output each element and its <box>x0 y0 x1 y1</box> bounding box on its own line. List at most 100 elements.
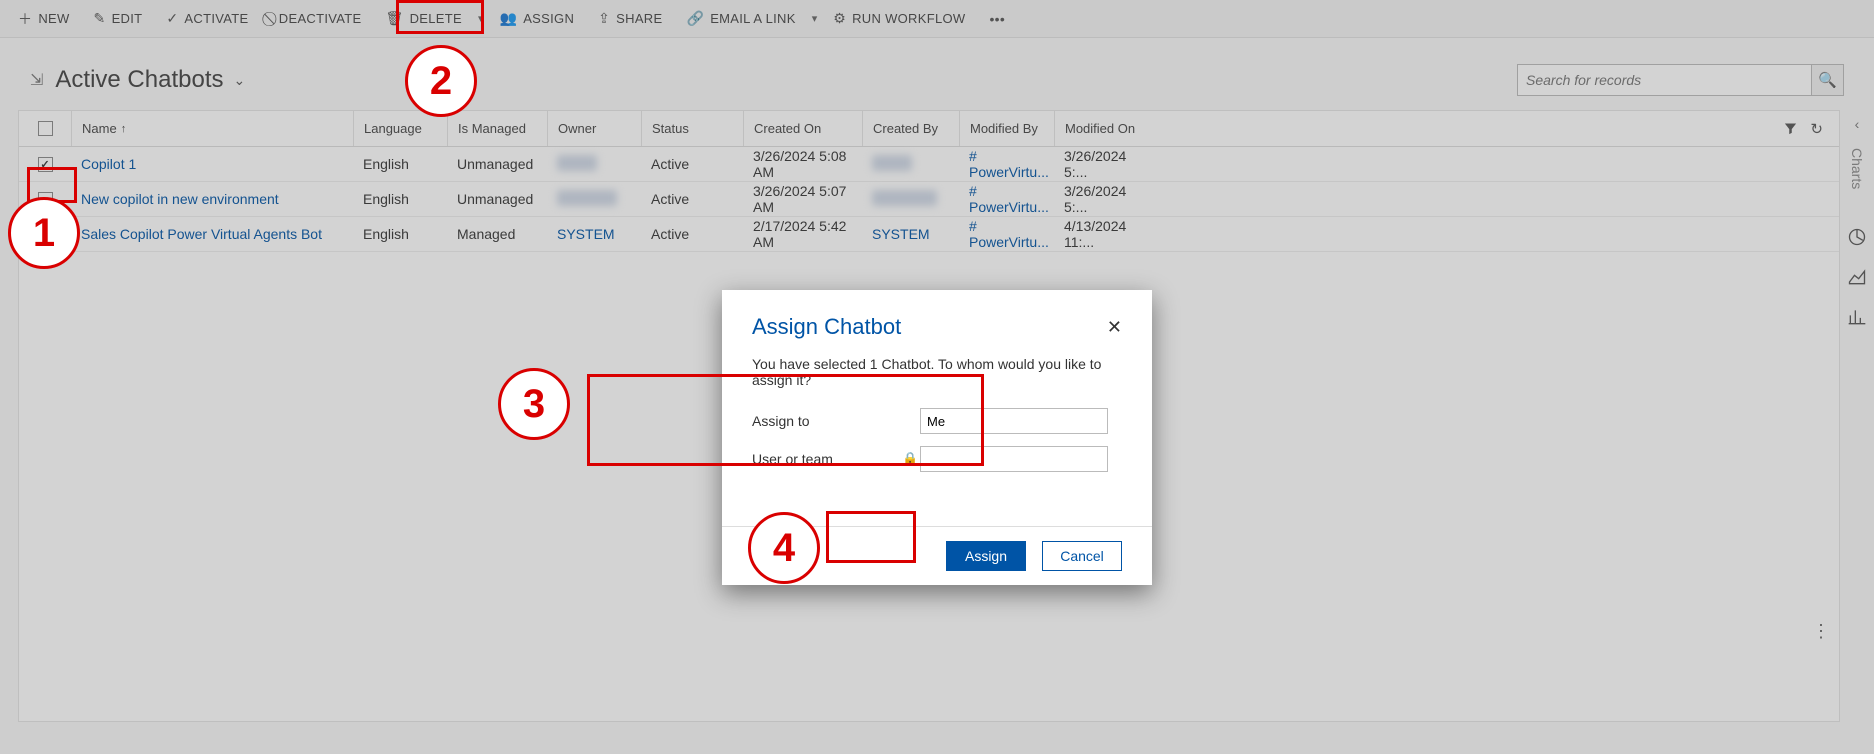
row-checkbox[interactable] <box>19 192 71 207</box>
checkbox-icon <box>38 227 53 242</box>
header-status-text: Status <box>652 121 689 136</box>
row-created-by[interactable] <box>862 155 959 174</box>
search-input[interactable] <box>1517 64 1812 96</box>
assign-button[interactable]: 👥ASSIGN <box>487 0 586 38</box>
link-icon: 🔗 <box>686 10 704 27</box>
deactivate-label: DEACTIVATE <box>279 11 362 26</box>
lock-icon: 🔒 <box>902 451 920 467</box>
header-status[interactable]: Status <box>641 111 743 146</box>
row-checkbox[interactable] <box>19 227 71 242</box>
row-language: English <box>353 226 447 242</box>
run-workflow-button[interactable]: ⚙ RUN WORKFLOW <box>821 0 977 38</box>
header-name[interactable]: Name ↑ <box>71 111 353 146</box>
row-language: English <box>353 156 447 172</box>
pencil-icon: ✎ <box>94 10 106 27</box>
assign-label: ASSIGN <box>523 11 574 26</box>
activate-button[interactable]: ✓ACTIVATE <box>154 0 260 38</box>
row-owner[interactable] <box>547 155 641 174</box>
header-created-by[interactable]: Created By <box>862 111 959 146</box>
deactivate-button[interactable]: ⃠DEACTIVATE <box>260 0 373 38</box>
chevron-down-icon: ⌄ <box>234 72 246 89</box>
select-all-header[interactable] <box>19 111 71 146</box>
ellipsis-icon: ••• <box>989 11 1005 27</box>
email-link-label: EMAIL A LINK <box>710 11 796 26</box>
more-vertical-icon[interactable]: ⋮ <box>1812 621 1830 642</box>
cancel-button[interactable]: Cancel <box>1042 541 1122 571</box>
checkbox-icon <box>38 121 53 136</box>
header-name-text: Name <box>82 121 117 136</box>
pie-chart-icon[interactable] <box>1847 227 1867 247</box>
email-link-dropdown[interactable]: ▾ <box>808 12 822 25</box>
row-owner[interactable]: SYSTEM <box>547 226 641 242</box>
run-workflow-label: RUN WORKFLOW <box>852 11 965 26</box>
header-modby-text: Modified By <box>970 121 1038 136</box>
assign-confirm-button[interactable]: Assign <box>946 541 1026 571</box>
header-language-text: Language <box>364 121 422 136</box>
new-label: NEW <box>38 11 69 26</box>
user-team-input[interactable] <box>920 446 1108 472</box>
refresh-icon[interactable]: ↻ <box>1810 120 1823 138</box>
checkbox-icon <box>38 192 53 207</box>
new-button[interactable]: ＋NEW <box>6 0 82 38</box>
header-owner-text: Owner <box>558 121 596 136</box>
share-button[interactable]: ⇪ SHARE <box>586 0 674 38</box>
assign-to-input[interactable] <box>920 408 1108 434</box>
delete-dropdown[interactable]: ▾ <box>474 12 488 25</box>
dialog-message: You have selected 1 Chatbot. To whom wou… <box>752 356 1122 388</box>
row-modified-on: 3/26/2024 5:... <box>1054 183 1149 215</box>
row-modified-by[interactable]: # PowerVirtu... <box>959 218 1054 250</box>
row-created-by[interactable] <box>862 190 959 209</box>
checkbox-icon <box>38 157 53 172</box>
row-created-by[interactable]: SYSTEM <box>862 226 959 242</box>
row-language: English <box>353 191 447 207</box>
header-createdon-text: Created On <box>754 121 821 136</box>
header-owner[interactable]: Owner <box>547 111 641 146</box>
table-row[interactable]: Copilot 1 English Unmanaged Active 3/26/… <box>19 147 1839 182</box>
filter-icon[interactable] <box>1783 121 1798 136</box>
trash-icon: 🗑 <box>385 10 403 27</box>
row-created-on: 3/26/2024 5:08 AM <box>743 148 862 180</box>
sort-asc-icon: ↑ <box>121 123 127 135</box>
dialog-close-button[interactable]: ✕ <box>1107 317 1122 338</box>
share-label: SHARE <box>616 11 662 26</box>
row-checkbox[interactable] <box>19 157 71 172</box>
header-created-on[interactable]: Created On <box>743 111 862 146</box>
header-modified-on[interactable]: Modified On <box>1054 111 1149 146</box>
header-is-managed[interactable]: Is Managed <box>447 111 547 146</box>
row-modified-by[interactable]: # PowerVirtu... <box>959 148 1054 180</box>
row-name[interactable]: Sales Copilot Power Virtual Agents Bot <box>71 226 353 242</box>
command-bar: ＋NEW ✎EDIT ✓ACTIVATE ⃠DEACTIVATE 🗑 DELETE… <box>0 0 1874 38</box>
table-row[interactable]: Sales Copilot Power Virtual Agents Bot E… <box>19 217 1839 252</box>
row-modified-on: 4/13/2024 11:... <box>1054 218 1149 250</box>
header-modon-text: Modified On <box>1065 121 1135 136</box>
header-modified-by[interactable]: Modified By <box>959 111 1054 146</box>
row-modified-by[interactable]: # PowerVirtu... <box>959 183 1054 215</box>
search-icon: 🔍 <box>1818 71 1837 89</box>
expand-charts-icon[interactable]: ‹ <box>1855 116 1860 132</box>
edit-button[interactable]: ✎EDIT <box>82 0 155 38</box>
area-chart-icon[interactable] <box>1847 267 1867 287</box>
assign-to-label: Assign to <box>752 413 902 429</box>
dialog-title-text: Assign Chatbot <box>752 314 901 340</box>
row-owner[interactable] <box>547 190 641 209</box>
bar-chart-icon[interactable] <box>1847 307 1867 327</box>
workflow-icon: ⚙ <box>833 10 846 27</box>
row-created-on: 2/17/2024 5:42 AM <box>743 218 862 250</box>
view-selector[interactable]: ⇲ Active Chatbots ⌄ <box>30 66 245 94</box>
row-name[interactable]: Copilot 1 <box>71 156 353 172</box>
share-icon: ⇪ <box>598 10 610 27</box>
row-managed: Unmanaged <box>447 156 547 172</box>
row-name[interactable]: New copilot in new environment <box>71 191 353 207</box>
row-managed: Managed <box>447 226 547 242</box>
header-language[interactable]: Language <box>353 111 447 146</box>
table-row[interactable]: New copilot in new environment English U… <box>19 182 1839 217</box>
row-modified-on: 3/26/2024 5:... <box>1054 148 1149 180</box>
search-button[interactable]: 🔍 <box>1812 64 1844 96</box>
delete-button[interactable]: 🗑 DELETE <box>373 0 473 38</box>
email-link-button[interactable]: 🔗 EMAIL A LINK <box>674 0 807 38</box>
right-rail: ‹ Charts <box>1840 110 1874 722</box>
search-wrap: 🔍 <box>1517 64 1844 96</box>
header-managed-text: Is Managed <box>458 121 526 136</box>
overflow-button[interactable]: ••• <box>977 0 1023 38</box>
delete-label: DELETE <box>410 11 462 26</box>
